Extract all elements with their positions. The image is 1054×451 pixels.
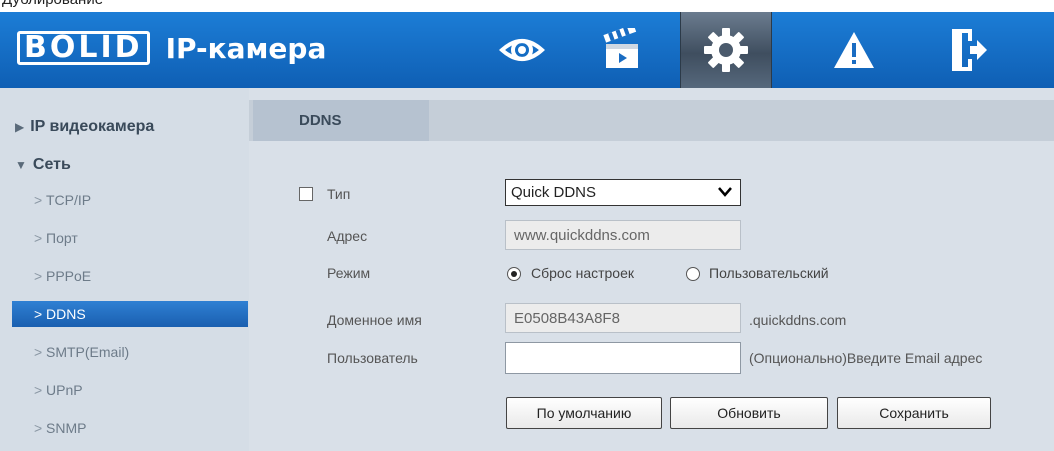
chevron-right-icon: >	[34, 382, 43, 398]
type-label: Тип	[327, 186, 351, 202]
user-label: Пользователь	[327, 350, 418, 366]
chevron-right-icon: >	[34, 420, 43, 436]
ddns-enable-checkbox[interactable]	[299, 187, 313, 201]
gear-icon	[704, 28, 748, 72]
mode-custom-label[interactable]: Пользовательский	[709, 265, 829, 281]
domain-label: Доменное имя	[327, 312, 422, 328]
tab-ddns[interactable]: DDNS	[253, 100, 429, 141]
save-button[interactable]: Сохранить	[837, 397, 991, 429]
mode-label: Режим	[327, 265, 371, 281]
chevron-right-icon: >	[34, 268, 43, 284]
sidebar-item-snmp[interactable]: > SNMP	[12, 415, 248, 441]
sidebar-group-label: IP видеокамера	[30, 118, 155, 135]
sidebar-item-smtp[interactable]: > SMTP(Email)	[12, 339, 248, 365]
sidebar-group-ip-camera[interactable]: ▶ IP видеокамера	[15, 118, 154, 136]
app-title: IP-камера	[165, 31, 327, 65]
sidebar-item-label: TCP/IP	[46, 192, 92, 208]
sidebar-item-pppoe[interactable]: > PPPoE	[12, 263, 248, 289]
mode-default-radio[interactable]	[507, 267, 521, 281]
mode-custom-radio[interactable]	[686, 267, 700, 281]
sidebar-item-label: SMTP(Email)	[46, 344, 130, 360]
nav-playback[interactable]	[576, 12, 668, 88]
top-cropped-text: Дублирование	[0, 0, 1054, 12]
domain-suffix: .quickddns.com	[749, 312, 847, 328]
sidebar: ▶ IP видеокамера ▼ Сеть > TCP/IP > Порт > PPP…	[0, 88, 249, 451]
warning-icon	[834, 32, 874, 68]
sidebar-item-label: PPPoE	[46, 268, 92, 284]
domain-field[interactable]: E0508B43A8F8	[505, 303, 741, 333]
type-select[interactable]: Quick DDNS	[505, 179, 741, 206]
triangle-right-icon: ▶	[15, 120, 25, 134]
main-panel: DDNS Тип Quick DDNS Адрес www.quickddns.…	[249, 88, 1054, 451]
top-fragment-text: Дублирование	[2, 0, 103, 8]
sidebar-item-port[interactable]: > Порт	[12, 225, 248, 251]
address-field[interactable]: www.quickddns.com	[505, 220, 741, 250]
chevron-right-icon: >	[34, 230, 43, 246]
bolid-logo: BOLID	[17, 31, 150, 65]
nav-live-view[interactable]	[476, 12, 568, 88]
user-email-hint: (Опционально)Введите Email адрес	[749, 350, 983, 366]
sidebar-group-network[interactable]: ▼ Сеть	[15, 156, 71, 174]
refresh-button[interactable]: Обновить	[670, 397, 828, 429]
sidebar-item-ddns[interactable]: > DDNS	[12, 301, 248, 327]
sidebar-item-upnp[interactable]: > UPnP	[12, 377, 248, 403]
nav-settings[interactable]	[680, 12, 772, 88]
chevron-right-icon: >	[34, 306, 43, 322]
user-email-field[interactable]	[505, 342, 741, 374]
sidebar-group-label: Сеть	[32, 156, 71, 173]
nav-alarm[interactable]	[808, 12, 900, 88]
type-select-value: Quick DDNS	[511, 184, 597, 201]
exit-icon	[952, 29, 987, 71]
chevron-down-icon	[718, 187, 732, 197]
triangle-down-icon: ▼	[15, 158, 27, 172]
nav-logout[interactable]	[922, 12, 1014, 88]
chevron-right-icon: >	[34, 192, 43, 208]
sidebar-item-tcpip[interactable]: > TCP/IP	[12, 187, 248, 213]
sidebar-item-label: Порт	[46, 230, 78, 246]
eye-icon	[499, 39, 545, 61]
logo: BOLID IP-камера	[17, 30, 326, 66]
sidebar-item-label: UPnP	[46, 382, 83, 398]
default-button[interactable]: По умолчанию	[506, 397, 662, 429]
tab-bar: DDNS	[249, 100, 1054, 141]
address-label: Адрес	[327, 228, 368, 244]
mode-default-label[interactable]: Сброс настроек	[531, 265, 634, 281]
clapperboard-icon	[603, 28, 638, 68]
sidebar-item-label: SNMP	[46, 420, 87, 436]
sidebar-item-label: DDNS	[46, 306, 86, 322]
header-bar: BOLID IP-камера	[0, 12, 1054, 88]
chevron-right-icon: >	[34, 344, 43, 360]
